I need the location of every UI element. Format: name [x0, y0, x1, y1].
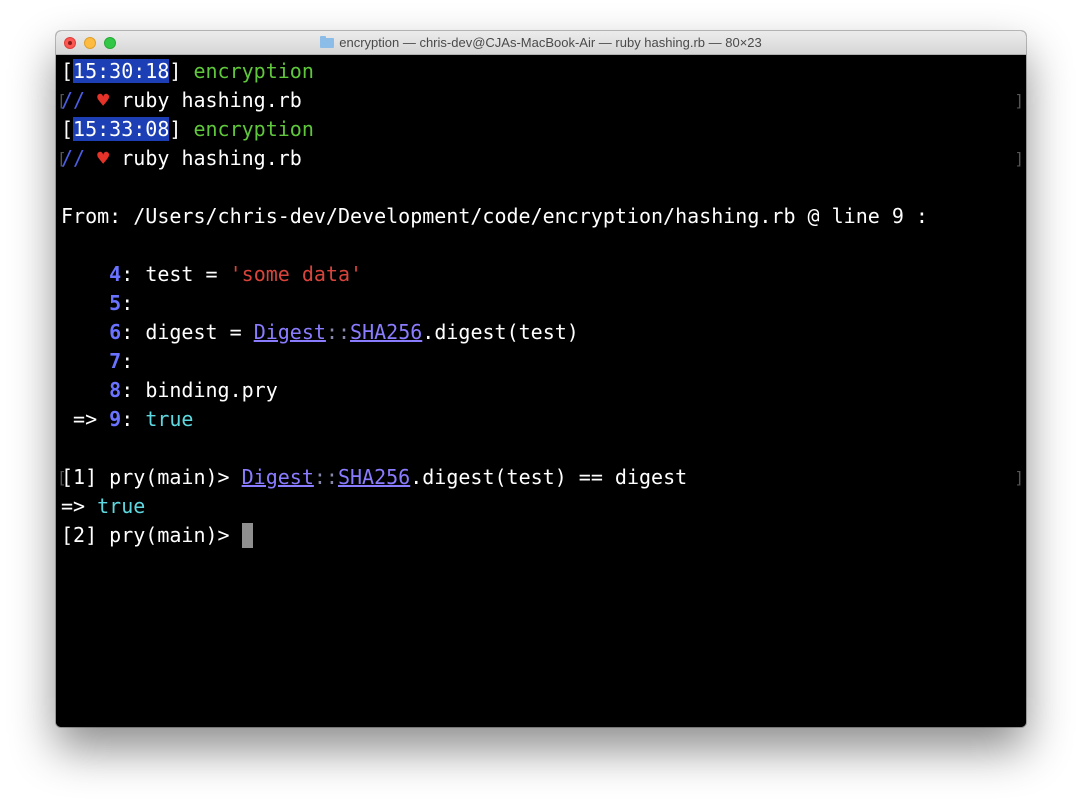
- pry-input-line: [1] pry(main)> Digest::SHA256.digest(tes…: [61, 463, 687, 492]
- constant-digest: Digest: [241, 465, 314, 489]
- folder-icon: [320, 36, 335, 48]
- code-text: .digest(test): [422, 320, 579, 344]
- code-text: binding.pry: [145, 378, 278, 402]
- pry-from-line: From: /Users/chris-dev/Development/code/…: [61, 204, 928, 228]
- line-number: 4: [109, 262, 122, 286]
- prompt-bracket: ]: [169, 117, 182, 141]
- command-line: // ♥ ruby hashing.rb: [61, 86, 302, 115]
- line-number: 6: [109, 320, 122, 344]
- constant-digest: Digest: [253, 320, 326, 344]
- pry-active-prompt-line[interactable]: [2] pry(main)>: [61, 521, 253, 550]
- text-cursor[interactable]: [241, 523, 253, 548]
- command-text: ruby hashing.rb: [121, 88, 302, 112]
- code-line-7: 7:: [61, 347, 133, 376]
- line-separator: :: [121, 407, 146, 431]
- prompt-bracket: [: [61, 59, 74, 83]
- code-line-4: 4: test = 'some data': [61, 260, 362, 289]
- constant-sha256: SHA256: [337, 465, 411, 489]
- code-line-9-current: => 9: true: [61, 405, 193, 434]
- prompt-slashes: //: [61, 146, 86, 170]
- right-edge-bracket: ]: [1014, 468, 1024, 487]
- terminal-window: encryption — chris-dev@CJAs-MacBook-Air …: [56, 31, 1026, 727]
- terminal-content[interactable]: [15:30:18] encryption [ // ♥ ruby hashin…: [56, 55, 1026, 727]
- line-number: 5: [109, 291, 122, 315]
- prompt-time: 15:33:08: [73, 117, 170, 141]
- line-number: 8: [109, 378, 122, 402]
- prompt-time: 15:30:18: [73, 59, 170, 83]
- line-number: 9: [109, 407, 122, 431]
- shell-prompt-line: [15:30:18] encryption: [61, 57, 314, 86]
- prompt-directory: encryption: [193, 59, 314, 83]
- line-separator: :: [121, 320, 146, 344]
- heart-icon: ♥: [97, 88, 110, 112]
- heart-icon: ♥: [97, 146, 110, 170]
- line-separator: :: [121, 349, 134, 373]
- code-text: test =: [145, 262, 230, 286]
- prompt-directory: encryption: [193, 117, 314, 141]
- command-line: // ♥ ruby hashing.rb: [61, 144, 302, 173]
- true-literal: true: [145, 407, 194, 431]
- right-edge-bracket: ]: [1014, 149, 1024, 168]
- prompt-slashes: //: [61, 88, 86, 112]
- line-separator: :: [121, 378, 146, 402]
- code-line-5: 5:: [61, 289, 133, 318]
- right-edge-bracket: ]: [1014, 91, 1024, 110]
- string-literal: 'some data': [229, 262, 363, 286]
- pry-result-line: => true: [61, 492, 145, 521]
- constant-sha256: SHA256: [350, 320, 423, 344]
- window-title-text: encryption — chris-dev@CJAs-MacBook-Air …: [339, 35, 762, 50]
- code-text: .digest(test) == digest: [410, 465, 688, 489]
- shell-prompt-line: [15:33:08] encryption: [61, 115, 314, 144]
- line-number: 7: [109, 349, 122, 373]
- code-line-6: 6: digest = Digest::SHA256.digest(test): [61, 318, 579, 347]
- line-separator: :: [121, 291, 134, 315]
- code-text: digest =: [145, 320, 254, 344]
- window-title: encryption — chris-dev@CJAs-MacBook-Air …: [56, 35, 1026, 50]
- title-bar[interactable]: encryption — chris-dev@CJAs-MacBook-Air …: [56, 31, 1026, 55]
- current-line-arrow: =>: [61, 407, 110, 431]
- true-literal: true: [97, 494, 146, 518]
- scope-operator: ::: [313, 465, 338, 489]
- command-text: ruby hashing.rb: [121, 146, 302, 170]
- code-line-8: 8: binding.pry: [61, 376, 278, 405]
- prompt-bracket: ]: [169, 59, 182, 83]
- scope-operator: ::: [325, 320, 351, 344]
- prompt-bracket: [: [61, 117, 74, 141]
- pry-prompt: [1] pry(main)>: [61, 465, 242, 489]
- line-separator: :: [121, 262, 146, 286]
- pry-prompt: [2] pry(main)>: [61, 523, 242, 547]
- result-arrow: =>: [61, 494, 98, 518]
